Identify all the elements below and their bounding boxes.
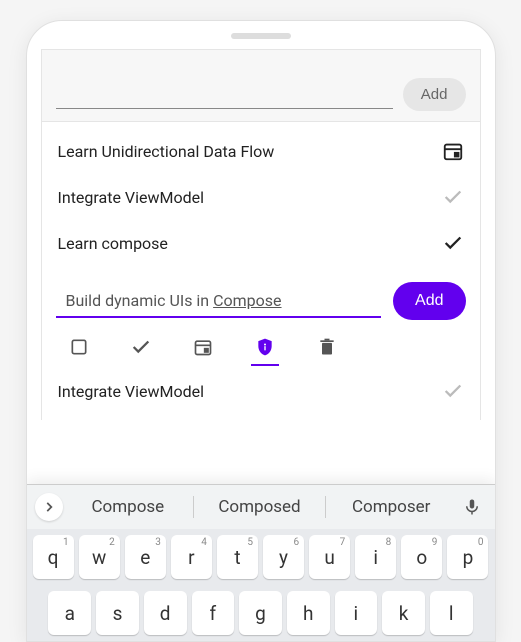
key-g[interactable]: g [239,591,282,635]
task-list-2: Integrate ViewModel [41,368,481,420]
check-icon[interactable] [128,334,154,360]
task-label: Integrate ViewModel [58,382,204,401]
phone-frame: Add Learn Unidirectional Data Flow Integ… [26,20,496,642]
key-f[interactable]: f [192,591,235,635]
input-text-prefix: Build dynamic UIs in [66,291,214,310]
suggestion[interactable]: Composed [198,497,321,517]
focused-task-input[interactable]: Build dynamic UIs in Compose [56,285,382,318]
key-t[interactable]: t5 [217,535,258,579]
add-button[interactable]: Add [393,282,465,320]
check-icon[interactable] [442,380,464,402]
task-list: Learn Unidirectional Data Flow Integrate… [41,122,481,272]
mic-icon[interactable] [457,496,481,518]
calendar-icon[interactable] [442,140,464,162]
separator [193,496,194,518]
suggestion[interactable]: Compose [67,497,190,517]
input-text-selection: Compose [213,291,281,310]
new-task-input[interactable] [56,80,393,109]
trash-icon[interactable] [314,334,340,360]
checkbox-icon[interactable] [66,334,92,360]
suggestion-bar: Compose Composed Composer [41,485,481,529]
key-o[interactable]: o9 [401,535,442,579]
soft-keyboard: Compose Composed Composer q1w2e3r4t5y6u7… [41,484,481,641]
key-s[interactable]: s [96,591,139,635]
task-label: Learn Unidirectional Data Flow [58,142,275,161]
key-i[interactable]: i8 [355,535,396,579]
key-w[interactable]: w2 [79,535,120,579]
shield-icon[interactable] [252,334,278,360]
key-l[interactable]: l [430,591,473,635]
key-i[interactable]: i [335,591,378,635]
key-h[interactable]: h [287,591,330,635]
key-r[interactable]: r4 [171,535,212,579]
key-u[interactable]: u7 [309,535,350,579]
phone-speaker [231,33,291,39]
key-k[interactable]: k [382,591,425,635]
list-item[interactable]: Learn compose [56,220,466,266]
top-input-section: Add [41,49,481,122]
check-icon[interactable] [442,232,464,254]
key-e[interactable]: e3 [125,535,166,579]
list-item[interactable]: Learn Unidirectional Data Flow [56,128,466,174]
suggestion[interactable]: Composer [330,497,453,517]
add-button-disabled[interactable]: Add [403,78,466,111]
key-a[interactable]: a [48,591,91,635]
separator [325,496,326,518]
list-item[interactable]: Integrate ViewModel [56,368,466,414]
focused-input-section: Build dynamic UIs in Compose Add [41,272,481,368]
task-label: Learn compose [58,234,168,253]
calendar-icon[interactable] [190,334,216,360]
task-label: Integrate ViewModel [58,188,204,207]
key-q[interactable]: q1 [41,535,74,579]
keyboard-row-2: asdfghikl [41,585,481,641]
filter-toolbar [56,320,466,368]
check-icon[interactable] [442,186,464,208]
keyboard-row-1: q1w2e3r4t5y6u7i8o9p0 [41,529,481,585]
key-y[interactable]: y6 [263,535,304,579]
chevron-right-icon[interactable] [41,493,63,521]
key-d[interactable]: d [144,591,187,635]
app-screen: Add Learn Unidirectional Data Flow Integ… [41,49,481,642]
list-item[interactable]: Integrate ViewModel [56,174,466,220]
key-p[interactable]: p0 [447,535,480,579]
